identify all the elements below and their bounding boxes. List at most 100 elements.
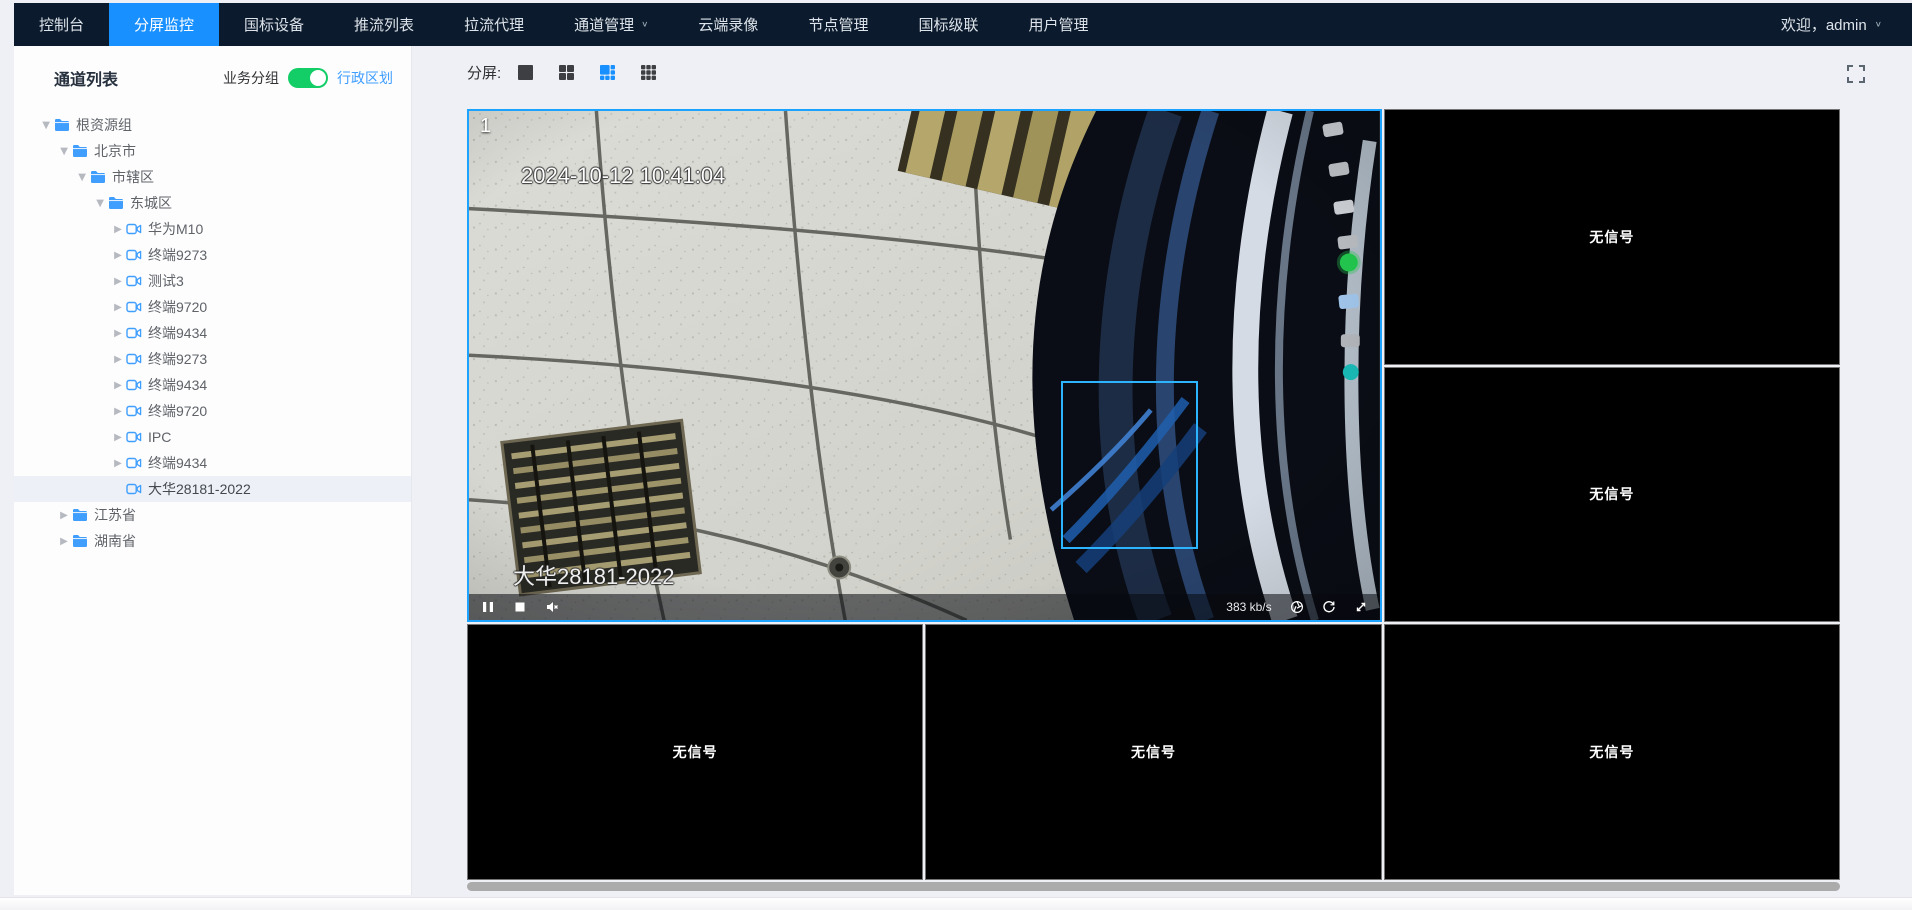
refresh-icon[interactable] xyxy=(1322,600,1336,614)
user-menu[interactable]: 欢迎，admin ∨ xyxy=(1781,3,1912,46)
nav-item[interactable]: 控制台 xyxy=(14,3,109,46)
nav-item[interactable]: 国标设备 xyxy=(219,3,329,46)
chevron-down-icon: ∨ xyxy=(641,20,648,29)
tree-node-label: IPC xyxy=(148,429,171,445)
tree-node-camera[interactable]: ▶ 终端9720 xyxy=(14,398,411,424)
tree-node-label: 终端9720 xyxy=(148,401,207,421)
video-window-6[interactable]: 无信号 xyxy=(1384,624,1840,880)
tree-node-folder[interactable]: ▶ 江苏省 xyxy=(14,502,411,528)
tree-expander-icon[interactable]: ▶ xyxy=(110,276,126,287)
mute-icon[interactable] xyxy=(545,600,559,614)
nav-item[interactable]: 节点管理 xyxy=(783,3,893,46)
video-window-active[interactable]: 1 2024-10-12 10:41:04 大华28181-2022 383 k… xyxy=(467,109,1382,622)
player-control-bar: 383 kb/s xyxy=(469,594,1380,620)
tree-node-camera[interactable]: ▶华为M10 xyxy=(14,216,411,242)
expand-icon[interactable] xyxy=(1354,600,1368,614)
channel-sidebar: 通道列表 业务分组 行政区划 ▶根资源组▶北京市▶市辖区▶东城区▶华为M10▶终… xyxy=(14,46,412,895)
tree-node-folder[interactable]: ▶市辖区 xyxy=(14,164,411,190)
tree-expander-icon[interactable]: ▶ xyxy=(110,458,126,469)
tree-node-label: 终端9720 xyxy=(148,297,207,317)
no-signal-label: 无信号 xyxy=(1589,484,1634,504)
folder-icon xyxy=(72,508,92,522)
sidebar-header: 通道列表 业务分组 行政区划 xyxy=(14,46,411,102)
layout-buttons xyxy=(517,64,681,81)
video-window-3[interactable]: 无信号 xyxy=(1384,367,1840,623)
nav-item[interactable]: 推流列表 xyxy=(329,3,439,46)
osd-camera-name: 大华28181-2022 xyxy=(513,559,674,591)
tree-expander-icon[interactable]: ▶ xyxy=(110,432,126,443)
tree-node-camera[interactable]: ▶ 测试3 xyxy=(14,268,411,294)
video-window-5[interactable]: 无信号 xyxy=(925,624,1381,880)
channel-tree: ▶根资源组▶北京市▶市辖区▶东城区▶华为M10▶终端9273▶测试3▶终端972… xyxy=(14,102,411,554)
tree-node-camera[interactable]: ▶大华28181-2022 xyxy=(14,476,411,502)
tree-node-label: 根资源组 xyxy=(76,115,132,135)
tree-node-label: 大华28181-2022 xyxy=(148,479,251,499)
tree-expander-icon[interactable]: ▶ xyxy=(110,354,126,365)
tree-expander-icon[interactable]: ▶ xyxy=(110,328,126,339)
snapshot-icon[interactable] xyxy=(1290,600,1304,614)
tree-expander-icon[interactable]: ▶ xyxy=(95,195,106,211)
no-signal-label: 无信号 xyxy=(1589,742,1634,762)
split-layout-1-button[interactable] xyxy=(517,64,534,81)
camera-icon xyxy=(126,379,146,391)
tree-expander-icon[interactable]: ▶ xyxy=(110,250,126,261)
tree-node-label: 测试3 xyxy=(148,271,184,291)
tree-node-folder[interactable]: ▶ 湖南省 xyxy=(14,528,411,554)
tree-node-label: 终端9273 xyxy=(148,245,207,265)
horizontal-scrollbar[interactable] xyxy=(467,882,1840,891)
tree-expander-icon[interactable]: ▶ xyxy=(110,224,126,235)
tree-node-folder[interactable]: ▶ 根资源组 xyxy=(14,112,411,138)
tree-node-camera[interactable]: ▶ 终端9273 xyxy=(14,242,411,268)
stop-icon[interactable] xyxy=(513,600,527,614)
tree-expander-icon[interactable]: ▶ xyxy=(110,380,126,391)
tree-node-camera[interactable]: ▶ 终端9720 xyxy=(14,294,411,320)
tree-node-label: 终端9434 xyxy=(148,375,207,395)
tree-node-folder[interactable]: ▶ 东城区 xyxy=(14,190,411,216)
split-layout-9-button[interactable] xyxy=(640,64,657,81)
nav-item[interactable]: 分屏监控 xyxy=(109,3,219,46)
fullscreen-icon[interactable] xyxy=(1846,64,1866,84)
nav-item[interactable]: 国标级联 xyxy=(893,3,1003,46)
split-layout-4-button[interactable] xyxy=(558,64,575,81)
tree-node-camera[interactable]: ▶ IPC xyxy=(14,424,411,450)
no-signal-label: 无信号 xyxy=(1589,227,1634,247)
grouping-toggle[interactable] xyxy=(288,68,328,88)
folder-icon xyxy=(72,534,92,548)
nav-item[interactable]: 用户管理 xyxy=(1003,3,1113,46)
bitrate-label: 383 kb/s xyxy=(1226,600,1271,614)
business-group-label: 业务分组 xyxy=(223,68,279,88)
tree-expander-icon[interactable]: ▶ xyxy=(41,117,52,133)
tree-expander-icon[interactable]: ▶ xyxy=(56,510,72,521)
tree-expander-icon[interactable]: ▶ xyxy=(77,169,88,185)
camera-icon xyxy=(126,327,146,339)
tree-node-folder[interactable]: ▶北京市 xyxy=(14,138,411,164)
camera-icon xyxy=(126,223,146,235)
camera-icon xyxy=(126,301,146,313)
tree-expander-icon[interactable]: ▶ xyxy=(110,406,126,417)
split-layout-6-button[interactable] xyxy=(599,64,616,81)
tree-node-camera[interactable]: ▶终端9434 xyxy=(14,320,411,346)
folder-icon xyxy=(72,144,92,158)
folder-icon xyxy=(90,170,110,184)
nav-item[interactable]: 通道管理∨ xyxy=(549,3,673,46)
camera-icon xyxy=(126,249,146,261)
tree-expander-icon[interactable]: ▶ xyxy=(59,143,70,159)
video-window-2[interactable]: 无信号 xyxy=(1384,109,1840,365)
tree-node-label: 东城区 xyxy=(130,193,172,213)
admin-region-label[interactable]: 行政区划 xyxy=(337,68,393,88)
video-window-4[interactable]: 无信号 xyxy=(467,624,923,880)
tree-node-camera[interactable]: ▶ 终端9434 xyxy=(14,450,411,476)
tree-node-camera[interactable]: ▶终端9273 xyxy=(14,346,411,372)
nav-item[interactable]: 拉流代理 xyxy=(439,3,549,46)
pause-icon[interactable] xyxy=(481,600,495,614)
tree-node-label: 湖南省 xyxy=(94,531,136,551)
nav-item-label: 控制台 xyxy=(39,14,84,35)
tree-node-label: 江苏省 xyxy=(94,505,136,525)
player-controls-right: 383 kb/s xyxy=(1226,600,1367,614)
tree-expander-icon[interactable]: ▶ xyxy=(110,302,126,313)
tree-expander-icon[interactable]: ▶ xyxy=(56,536,72,547)
tree-node-label: 终端9434 xyxy=(148,453,207,473)
camera-icon xyxy=(126,405,146,417)
tree-node-camera[interactable]: ▶ 终端9434 xyxy=(14,372,411,398)
nav-item[interactable]: 云端录像 xyxy=(673,3,783,46)
